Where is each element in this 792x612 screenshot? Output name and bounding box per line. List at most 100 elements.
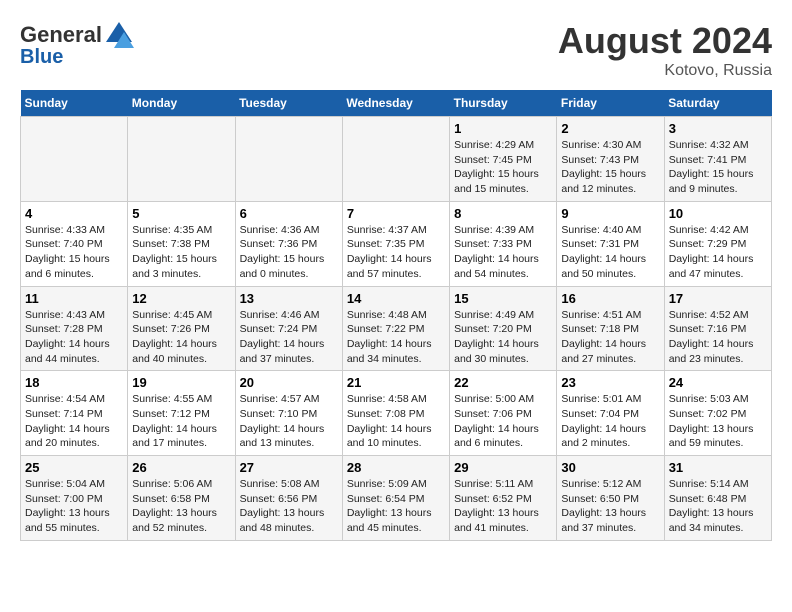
day-info: Sunrise: 4:32 AMSunset: 7:41 PMDaylight:… [669,138,767,197]
logo-blue-text: Blue [20,46,63,69]
calendar-day-cell: 17Sunrise: 4:52 AMSunset: 7:16 PMDayligh… [664,286,771,371]
calendar-day-cell: 21 Sunrise: 4:58 AMSunset: 7:08 PMDayligh… [342,371,449,456]
day-info: Sunrise: 4:46 AMSunset: 7:24 PMDaylight:… [240,308,338,367]
day-number: 18 [25,375,123,390]
calendar-week-row: 11Sunrise: 4:43 AMSunset: 7:28 PMDayligh… [21,286,772,371]
page-header: General Blue August 2024 Kotovo, Russia [20,20,772,80]
calendar-day-cell: 20 Sunrise: 4:57 AMSunset: 7:10 PMDayligh… [235,371,342,456]
day-number: 22 [454,375,552,390]
day-info: Sunrise: 4:55 AMSunset: 7:12 PMDaylight:… [132,392,230,451]
day-info: Sunrise: 5:11 AMSunset: 6:52 PMDaylight:… [454,477,552,536]
day-number: 28 [347,460,445,475]
day-number: 7 [347,206,445,221]
calendar-day-cell: 16 Sunrise: 4:51 AMSunset: 7:18 PMDayligh… [557,286,664,371]
day-info: Sunrise: 5:08 AMSunset: 6:56 PMDaylight:… [240,477,338,536]
day-number: 14 [347,291,445,306]
day-number: 8 [454,206,552,221]
weekday-header: Tuesday [235,90,342,117]
calendar-week-row: 18 Sunrise: 4:54 AMSunset: 7:14 PMDayligh… [21,371,772,456]
calendar-day-cell: 31 Sunrise: 5:14 AMSunset: 6:48 PMDayligh… [664,456,771,541]
logo-general-text: General [20,22,102,48]
day-info: Sunrise: 4:35 AMSunset: 7:38 PMDaylight:… [132,223,230,282]
calendar-day-cell: 28 Sunrise: 5:09 AMSunset: 6:54 PMDayligh… [342,456,449,541]
day-info: Sunrise: 4:52 AMSunset: 7:16 PMDaylight:… [669,308,767,367]
day-info: Sunrise: 4:40 AMSunset: 7:31 PMDaylight:… [561,223,659,282]
calendar-day-cell [128,117,235,202]
day-number: 13 [240,291,338,306]
calendar-title: August 2024 [558,20,772,62]
day-number: 31 [669,460,767,475]
calendar-day-cell: 15Sunrise: 4:49 AMSunset: 7:20 PMDayligh… [450,286,557,371]
day-info: Sunrise: 4:48 AMSunset: 7:22 PMDaylight:… [347,308,445,367]
day-info: Sunrise: 4:42 AMSunset: 7:29 PMDaylight:… [669,223,767,282]
day-number: 10 [669,206,767,221]
calendar-day-cell: 6 Sunrise: 4:36 AMSunset: 7:36 PMDaylight… [235,201,342,286]
calendar-day-cell: 11Sunrise: 4:43 AMSunset: 7:28 PMDayligh… [21,286,128,371]
day-number: 6 [240,206,338,221]
calendar-subtitle: Kotovo, Russia [558,62,772,80]
weekday-header: Saturday [664,90,771,117]
calendar-day-cell: 26Sunrise: 5:06 AMSunset: 6:58 PMDayligh… [128,456,235,541]
calendar-day-cell: 18 Sunrise: 4:54 AMSunset: 7:14 PMDayligh… [21,371,128,456]
calendar-day-cell: 30 Sunrise: 5:12 AMSunset: 6:50 PMDayligh… [557,456,664,541]
day-info: Sunrise: 4:57 AMSunset: 7:10 PMDaylight:… [240,392,338,451]
calendar-day-cell: 10 Sunrise: 4:42 AMSunset: 7:29 PMDayligh… [664,201,771,286]
day-number: 12 [132,291,230,306]
day-number: 21 [347,375,445,390]
day-number: 5 [132,206,230,221]
day-info: Sunrise: 5:01 AMSunset: 7:04 PMDaylight:… [561,392,659,451]
day-number: 23 [561,375,659,390]
day-number: 1 [454,121,552,136]
day-number: 29 [454,460,552,475]
day-number: 20 [240,375,338,390]
day-info: Sunrise: 4:33 AMSunset: 7:40 PMDaylight:… [25,223,123,282]
day-info: Sunrise: 4:39 AMSunset: 7:33 PMDaylight:… [454,223,552,282]
calendar-week-row: 4 Sunrise: 4:33 AMSunset: 7:40 PMDaylight… [21,201,772,286]
day-info: Sunrise: 4:54 AMSunset: 7:14 PMDaylight:… [25,392,123,451]
calendar-day-cell: 5 Sunrise: 4:35 AMSunset: 7:38 PMDaylight… [128,201,235,286]
day-number: 16 [561,291,659,306]
day-info: Sunrise: 5:14 AMSunset: 6:48 PMDaylight:… [669,477,767,536]
day-number: 30 [561,460,659,475]
calendar-day-cell: 25 Sunrise: 5:04 AMSunset: 7:00 PMDayligh… [21,456,128,541]
calendar-week-row: 1Sunrise: 4:29 AMSunset: 7:45 PMDaylight… [21,117,772,202]
calendar-day-cell [21,117,128,202]
calendar-day-cell: 12Sunrise: 4:45 AMSunset: 7:26 PMDayligh… [128,286,235,371]
calendar-day-cell: 27Sunrise: 5:08 AMSunset: 6:56 PMDayligh… [235,456,342,541]
calendar-day-cell: 4 Sunrise: 4:33 AMSunset: 7:40 PMDaylight… [21,201,128,286]
calendar-day-cell [235,117,342,202]
day-number: 19 [132,375,230,390]
weekday-header: Sunday [21,90,128,117]
day-number: 4 [25,206,123,221]
calendar-table: SundayMondayTuesdayWednesdayThursdayFrid… [20,90,772,541]
day-info: Sunrise: 4:58 AMSunset: 7:08 PMDaylight:… [347,392,445,451]
calendar-day-cell [342,117,449,202]
day-number: 26 [132,460,230,475]
day-number: 25 [25,460,123,475]
day-number: 2 [561,121,659,136]
calendar-day-cell: 3 Sunrise: 4:32 AMSunset: 7:41 PMDaylight… [664,117,771,202]
calendar-day-cell: 24Sunrise: 5:03 AMSunset: 7:02 PMDayligh… [664,371,771,456]
calendar-day-cell: 9 Sunrise: 4:40 AMSunset: 7:31 PMDaylight… [557,201,664,286]
day-number: 3 [669,121,767,136]
logo: General Blue [20,20,134,69]
day-number: 15 [454,291,552,306]
calendar-day-cell: 8 Sunrise: 4:39 AMSunset: 7:33 PMDaylight… [450,201,557,286]
calendar-day-cell: 22Sunrise: 5:00 AMSunset: 7:06 PMDayligh… [450,371,557,456]
calendar-day-cell: 13 Sunrise: 4:46 AMSunset: 7:24 PMDayligh… [235,286,342,371]
day-info: Sunrise: 4:37 AMSunset: 7:35 PMDaylight:… [347,223,445,282]
day-number: 9 [561,206,659,221]
calendar-day-cell: 29 Sunrise: 5:11 AMSunset: 6:52 PMDayligh… [450,456,557,541]
calendar-day-cell: 14 Sunrise: 4:48 AMSunset: 7:22 PMDayligh… [342,286,449,371]
calendar-day-cell: 23 Sunrise: 5:01 AMSunset: 7:04 PMDayligh… [557,371,664,456]
day-info: Sunrise: 5:12 AMSunset: 6:50 PMDaylight:… [561,477,659,536]
title-block: August 2024 Kotovo, Russia [558,20,772,80]
day-info: Sunrise: 5:04 AMSunset: 7:00 PMDaylight:… [25,477,123,536]
day-info: Sunrise: 4:36 AMSunset: 7:36 PMDaylight:… [240,223,338,282]
day-number: 11 [25,291,123,306]
calendar-day-cell: 2Sunrise: 4:30 AMSunset: 7:43 PMDaylight… [557,117,664,202]
weekday-header: Thursday [450,90,557,117]
day-info: Sunrise: 5:09 AMSunset: 6:54 PMDaylight:… [347,477,445,536]
logo-icon [104,20,134,50]
day-info: Sunrise: 4:51 AMSunset: 7:18 PMDaylight:… [561,308,659,367]
